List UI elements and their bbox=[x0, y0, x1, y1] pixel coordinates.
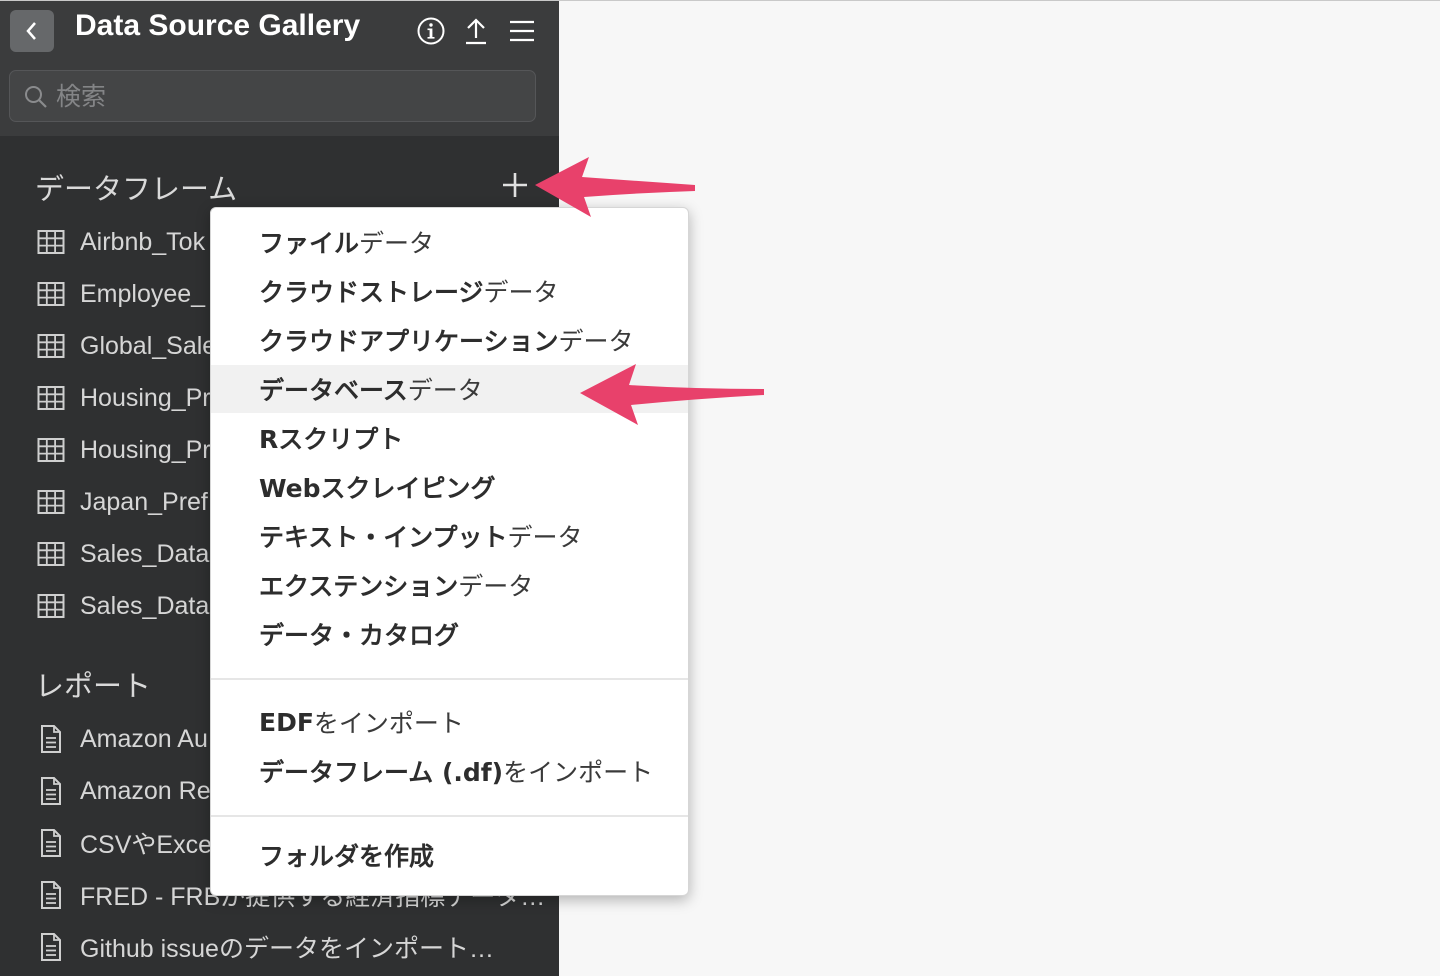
report-label: CSVやExce bbox=[80, 831, 212, 859]
info-icon bbox=[417, 17, 445, 45]
report-list-item[interactable]: Github issueのデータをインポート… bbox=[36, 923, 556, 971]
menu-item[interactable]: クラウドストレージ データ bbox=[211, 267, 688, 315]
chevron-left-icon bbox=[26, 22, 36, 40]
menu-item-primary: クラウドストレージ bbox=[259, 278, 484, 307]
menu-item-primary: テキスト・インプット bbox=[259, 523, 508, 552]
upload-icon bbox=[466, 18, 486, 45]
dataframe-label: Housing_Pr bbox=[80, 383, 211, 412]
table-icon-wrap bbox=[36, 383, 66, 413]
document-icon bbox=[41, 933, 61, 961]
table-icon bbox=[37, 230, 65, 254]
table-icon bbox=[37, 438, 65, 462]
table-icon bbox=[37, 386, 65, 410]
menu-item-suffix: をインポート bbox=[503, 758, 654, 787]
table-icon bbox=[37, 594, 65, 618]
menu-item-suffix: データ bbox=[458, 572, 534, 601]
menu-item[interactable]: クラウドアプリケーション データ bbox=[211, 316, 688, 364]
document-icon-wrap bbox=[36, 724, 66, 754]
menu-item[interactable]: テキスト・インプット データ bbox=[211, 512, 688, 560]
dataframe-label: Sales_Data bbox=[80, 591, 210, 620]
search-input[interactable] bbox=[56, 77, 516, 115]
menu-divider bbox=[211, 815, 688, 817]
menu-item-suffix: データ bbox=[558, 327, 634, 356]
menu-item[interactable]: エクステンション データ bbox=[211, 561, 688, 609]
dataframe-label: Sales_Data bbox=[80, 539, 210, 568]
menu-icon bbox=[510, 20, 534, 42]
table-icon-wrap bbox=[36, 331, 66, 361]
upload-button[interactable] bbox=[460, 15, 492, 47]
document-icon bbox=[41, 725, 61, 753]
table-icon-wrap bbox=[36, 279, 66, 309]
menu-item-primary: データ・カタログ bbox=[259, 621, 460, 650]
menu-item-suffix: をインポート bbox=[313, 709, 464, 738]
menu-item-primary: EDF bbox=[259, 707, 314, 737]
back-button[interactable] bbox=[10, 10, 54, 52]
annotation-arrow-icon bbox=[535, 157, 695, 217]
menu-divider bbox=[211, 678, 688, 680]
menu-item-primary: ファイル bbox=[259, 229, 360, 258]
menu-item-primary: Webスクレイピング bbox=[259, 474, 496, 503]
add-data-source-menu: ファイル データ クラウドストレージ データ クラウドアプリケーション データ データベース… bbox=[210, 207, 689, 896]
dataframe-label: Employee_ bbox=[80, 279, 206, 308]
table-icon bbox=[37, 542, 65, 566]
table-icon-wrap bbox=[36, 591, 66, 621]
document-icon-wrap bbox=[36, 932, 66, 962]
menu-item-suffix: データ bbox=[359, 229, 435, 258]
menu-item-primary: データフレーム (.df) bbox=[259, 758, 504, 787]
document-icon-wrap bbox=[36, 776, 66, 806]
page-title: Data Source Gallery bbox=[75, 9, 361, 42]
menu-item-primary: クラウドアプリケーション bbox=[259, 327, 559, 356]
document-icon-wrap bbox=[36, 828, 66, 858]
menu-item[interactable]: EDF をインポート bbox=[211, 698, 688, 746]
document-icon bbox=[41, 829, 61, 857]
menu-item[interactable]: Webスクレイピング bbox=[211, 463, 688, 511]
dataframe-label: Japan_Pref bbox=[80, 487, 208, 516]
dataframe-label: Global_Sale bbox=[80, 331, 217, 360]
table-icon-wrap bbox=[36, 539, 66, 569]
report-label: Github issueのデータをインポート… bbox=[80, 935, 494, 963]
document-icon bbox=[41, 777, 61, 805]
report-label: Amazon Au bbox=[80, 724, 208, 753]
menu-item[interactable]: データフレーム (.df) をインポート bbox=[211, 747, 688, 795]
annotation-arrow-icon bbox=[580, 364, 764, 425]
dataframe-label: Housing_Pr bbox=[80, 435, 211, 464]
document-icon bbox=[41, 881, 61, 909]
menu-item-primary: エクステンション bbox=[259, 572, 459, 601]
table-icon-wrap bbox=[36, 435, 66, 465]
dataframe-label: Airbnb_Tok bbox=[80, 227, 206, 256]
menu-item-suffix: データ bbox=[407, 376, 483, 405]
table-icon-wrap bbox=[36, 227, 66, 257]
report-label: Amazon Re bbox=[80, 776, 211, 805]
hamburger-button[interactable] bbox=[506, 15, 538, 47]
plus-icon bbox=[503, 173, 527, 197]
dataframes-section-title: データフレーム bbox=[35, 172, 238, 206]
menu-item-primary: フォルダを作成 bbox=[259, 842, 435, 871]
search-icon bbox=[25, 86, 47, 108]
reports-section-title: レポート bbox=[35, 669, 152, 703]
search-box bbox=[9, 70, 536, 122]
menu-item[interactable]: フォルダを作成 bbox=[211, 831, 688, 879]
info-button[interactable] bbox=[415, 15, 447, 47]
menu-item-suffix: データ bbox=[483, 278, 559, 307]
menu-item-primary: Rスクリプト bbox=[259, 425, 404, 454]
menu-item-suffix: データ bbox=[507, 523, 583, 552]
table-icon bbox=[37, 490, 65, 514]
document-icon-wrap bbox=[36, 880, 66, 910]
table-icon bbox=[37, 282, 65, 306]
menu-item[interactable]: データ・カタログ bbox=[211, 610, 688, 658]
menu-item[interactable]: ファイル データ bbox=[211, 218, 688, 266]
menu-item-primary: データベース bbox=[259, 376, 408, 405]
table-icon bbox=[37, 334, 65, 358]
table-icon-wrap bbox=[36, 487, 66, 517]
sidebar-header: Data Source Gallery bbox=[0, 1, 559, 136]
